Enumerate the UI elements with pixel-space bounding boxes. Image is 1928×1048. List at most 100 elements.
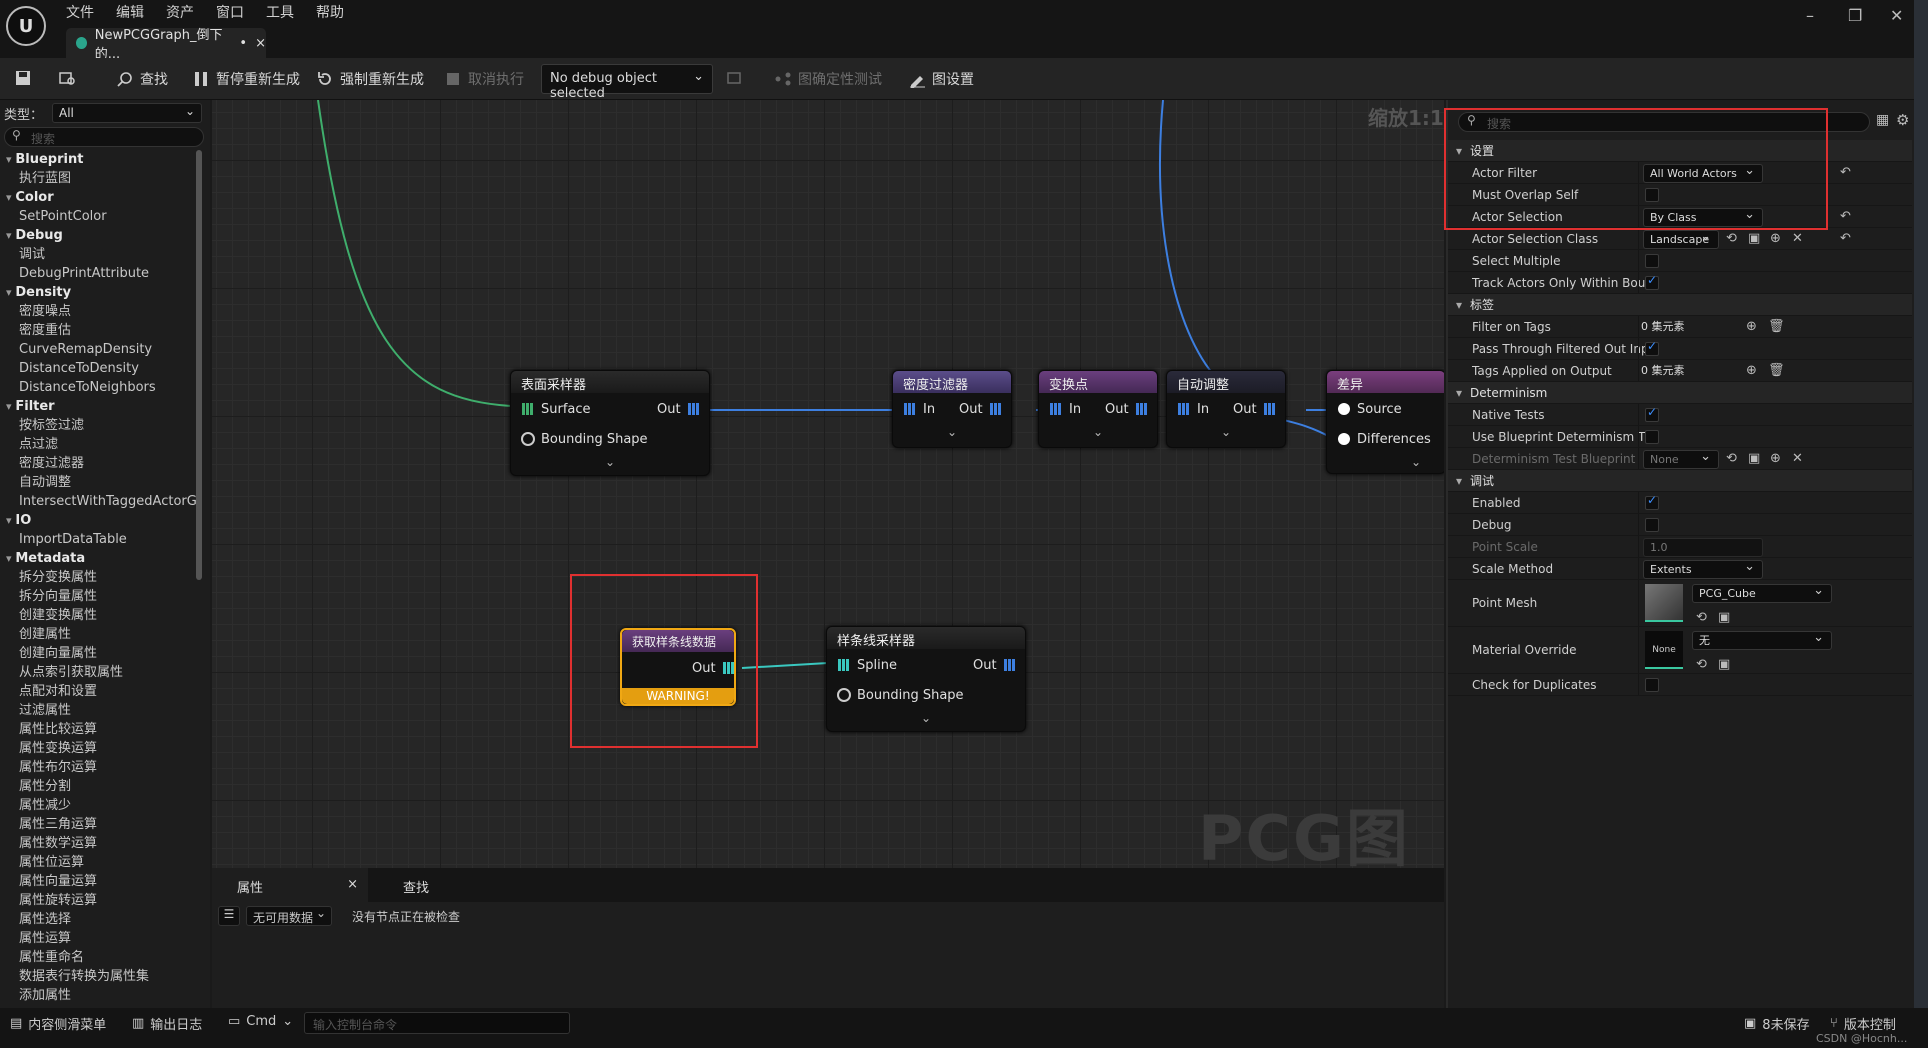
menu-window[interactable]: 窗口 [216, 2, 244, 22]
expand-chevron-icon[interactable]: ⌄ [947, 425, 957, 439]
pin-bounding-shape[interactable]: Bounding Shape [837, 687, 964, 703]
window-close-button[interactable]: ✕ [1890, 6, 1903, 25]
node-difference[interactable]: 差异 Source Differences ⌄ [1326, 370, 1444, 474]
column-divider[interactable] [1638, 448, 1639, 469]
palette-item[interactable]: 自动调整 [0, 473, 196, 492]
delete-icon[interactable]: 🗑 [1768, 360, 1785, 382]
palette-item[interactable]: 属性向量运算 [0, 872, 196, 891]
pin-source[interactable]: Source [1337, 401, 1402, 417]
palette-item[interactable]: IntersectWithTaggedActorGec [0, 492, 196, 511]
property-checkbox[interactable] [1645, 254, 1659, 268]
expand-chevron-icon[interactable]: ⌄ [1221, 425, 1231, 439]
palette-item[interactable]: 添加属性 [0, 986, 196, 1005]
palette-item[interactable]: 按标签过滤 [0, 416, 196, 435]
palette-category[interactable]: Density [0, 283, 196, 302]
reset-to-default-icon[interactable]: ↶ [1840, 206, 1851, 228]
clear-icon[interactable]: ✕ [1792, 228, 1803, 250]
expand-chevron-icon[interactable]: ⌄ [1093, 425, 1103, 439]
console-input[interactable]: 输入控制台命令 [304, 1012, 570, 1034]
column-divider[interactable] [1638, 360, 1639, 381]
tab-properties[interactable]: 属性 × [212, 868, 368, 902]
node-spline-sampler[interactable]: 样条线采样器 Spline Bounding Shape Out ⌄ [826, 626, 1026, 732]
cmd-dropdown[interactable]: ▭ Cmd ⌄ [228, 1014, 293, 1029]
palette-category[interactable]: Metadata [0, 549, 196, 568]
close-tab-button[interactable]: × [347, 877, 358, 892]
use-selected-icon[interactable]: ⟲ [1726, 228, 1737, 250]
palette-item[interactable]: 密度重估 [0, 321, 196, 340]
debug-browse-button[interactable] [726, 69, 744, 87]
column-divider[interactable] [1638, 426, 1639, 447]
pin-spline[interactable]: Spline [837, 657, 897, 673]
column-divider[interactable] [1638, 558, 1639, 579]
pin-in[interactable]: In [1177, 401, 1209, 417]
palette-category[interactable]: Color [0, 188, 196, 207]
palette-item[interactable]: 拆分变换属性 [0, 568, 196, 587]
document-tab[interactable]: NewPCGGraph_倒下的... • × [66, 28, 266, 62]
property-checkbox[interactable] [1645, 401, 1659, 423]
column-divider[interactable] [1638, 316, 1639, 337]
column-divider[interactable] [1638, 250, 1639, 271]
palette-item[interactable]: SetPointColor [0, 207, 196, 226]
palette-item[interactable]: 调试 [0, 245, 196, 264]
palette-category[interactable]: Filter [0, 397, 196, 416]
close-tab-button[interactable]: × [255, 36, 266, 51]
force-regenerate-button[interactable]: 强制重新生成 [316, 69, 424, 89]
cancel-execution-button[interactable]: 取消执行 [444, 69, 524, 89]
palette-item[interactable]: 属性选择 [0, 910, 196, 929]
palette-item[interactable]: 拆分向量属性 [0, 587, 196, 606]
palette-item[interactable]: DistanceToNeighbors [0, 378, 196, 397]
restore-button[interactable]: ❐ [1848, 6, 1862, 25]
palette-item[interactable]: 密度噪点 [0, 302, 196, 321]
pin-out[interactable]: Out [657, 401, 701, 417]
unreal-logo-icon[interactable]: U [6, 6, 46, 46]
palette-search-input[interactable]: ⚲ 搜索 [4, 127, 204, 147]
property-checkbox[interactable] [1645, 678, 1659, 692]
asset-picker-dropdown[interactable]: PCG_Cube [1692, 582, 1832, 603]
add-icon[interactable]: ⊕ [1770, 228, 1781, 250]
palette-item[interactable]: 创建变换属性 [0, 606, 196, 625]
column-divider[interactable] [1638, 228, 1639, 249]
property-checkbox[interactable] [1645, 518, 1659, 532]
palette-scrollbar[interactable] [196, 150, 202, 580]
source-control-button[interactable]: ⑂ 版本控制 [1830, 1014, 1896, 1033]
palette-item[interactable]: 属性数学运算 [0, 834, 196, 853]
expand-chevron-icon[interactable]: ⌄ [605, 455, 615, 469]
type-filter-dropdown[interactable]: All ⌄ [52, 103, 202, 123]
graph-settings-button[interactable]: 图设置 [908, 69, 974, 89]
palette-item[interactable]: 密度过滤器 [0, 454, 196, 473]
column-divider[interactable] [1638, 404, 1639, 425]
asset-thumbnail[interactable] [1645, 584, 1683, 622]
palette-item[interactable]: DebugPrintAttribute [0, 264, 196, 283]
use-selected-icon[interactable]: ⟲ [1726, 448, 1737, 470]
graph-canvas[interactable]: 缩放1:1 PCG图表 表面采样器 Surface Bounding Shape… [212, 100, 1444, 868]
browse-icon[interactable]: ▣ [1748, 448, 1760, 470]
palette-item[interactable]: 属性比较运算 [0, 720, 196, 739]
palette-item[interactable]: 过滤属性 [0, 701, 196, 720]
pin-out[interactable]: Out [1233, 401, 1277, 417]
class-picker-dropdown[interactable]: None [1643, 448, 1719, 469]
node-transform-points[interactable]: 变换点 In Out ⌄ [1038, 370, 1158, 448]
expand-chevron-icon[interactable]: ⌄ [921, 711, 931, 725]
unsaved-button[interactable]: ▣ 8未保存 [1744, 1014, 1810, 1033]
menu-tools[interactable]: 工具 [266, 2, 294, 22]
palette-item[interactable]: 属性重命名 [0, 948, 196, 967]
pin-out[interactable]: Out [692, 660, 736, 676]
palette-item[interactable]: 从点索引获取属性 [0, 663, 196, 682]
palette-item[interactable]: 数据表行转换为属性集 [0, 967, 196, 986]
pin-surface[interactable]: Surface [521, 401, 591, 417]
reset-to-default-icon[interactable]: ↶ [1840, 228, 1851, 250]
palette-item[interactable]: 执行蓝图 [0, 169, 196, 188]
debug-object-dropdown[interactable]: No debug object selected ⌄ [541, 64, 713, 101]
column-divider[interactable] [1638, 514, 1639, 535]
palette-item[interactable]: 点配对和设置 [0, 682, 196, 701]
pin-out[interactable]: Out [959, 401, 1003, 417]
palette-item[interactable]: 属性布尔运算 [0, 758, 196, 777]
pin-differences[interactable]: Differences [1337, 431, 1431, 447]
tab-find[interactable]: 查找 [378, 868, 454, 902]
expand-chevron-icon[interactable]: ⌄ [1411, 455, 1421, 469]
node-get-spline-data[interactable]: 获取样条线数据 Out WARNING! [620, 628, 736, 706]
palette-item[interactable]: 属性分割 [0, 777, 196, 796]
add-element-icon[interactable]: ⊕ [1746, 360, 1757, 382]
palette-category[interactable]: IO [0, 511, 196, 530]
property-checkbox[interactable] [1645, 335, 1659, 357]
